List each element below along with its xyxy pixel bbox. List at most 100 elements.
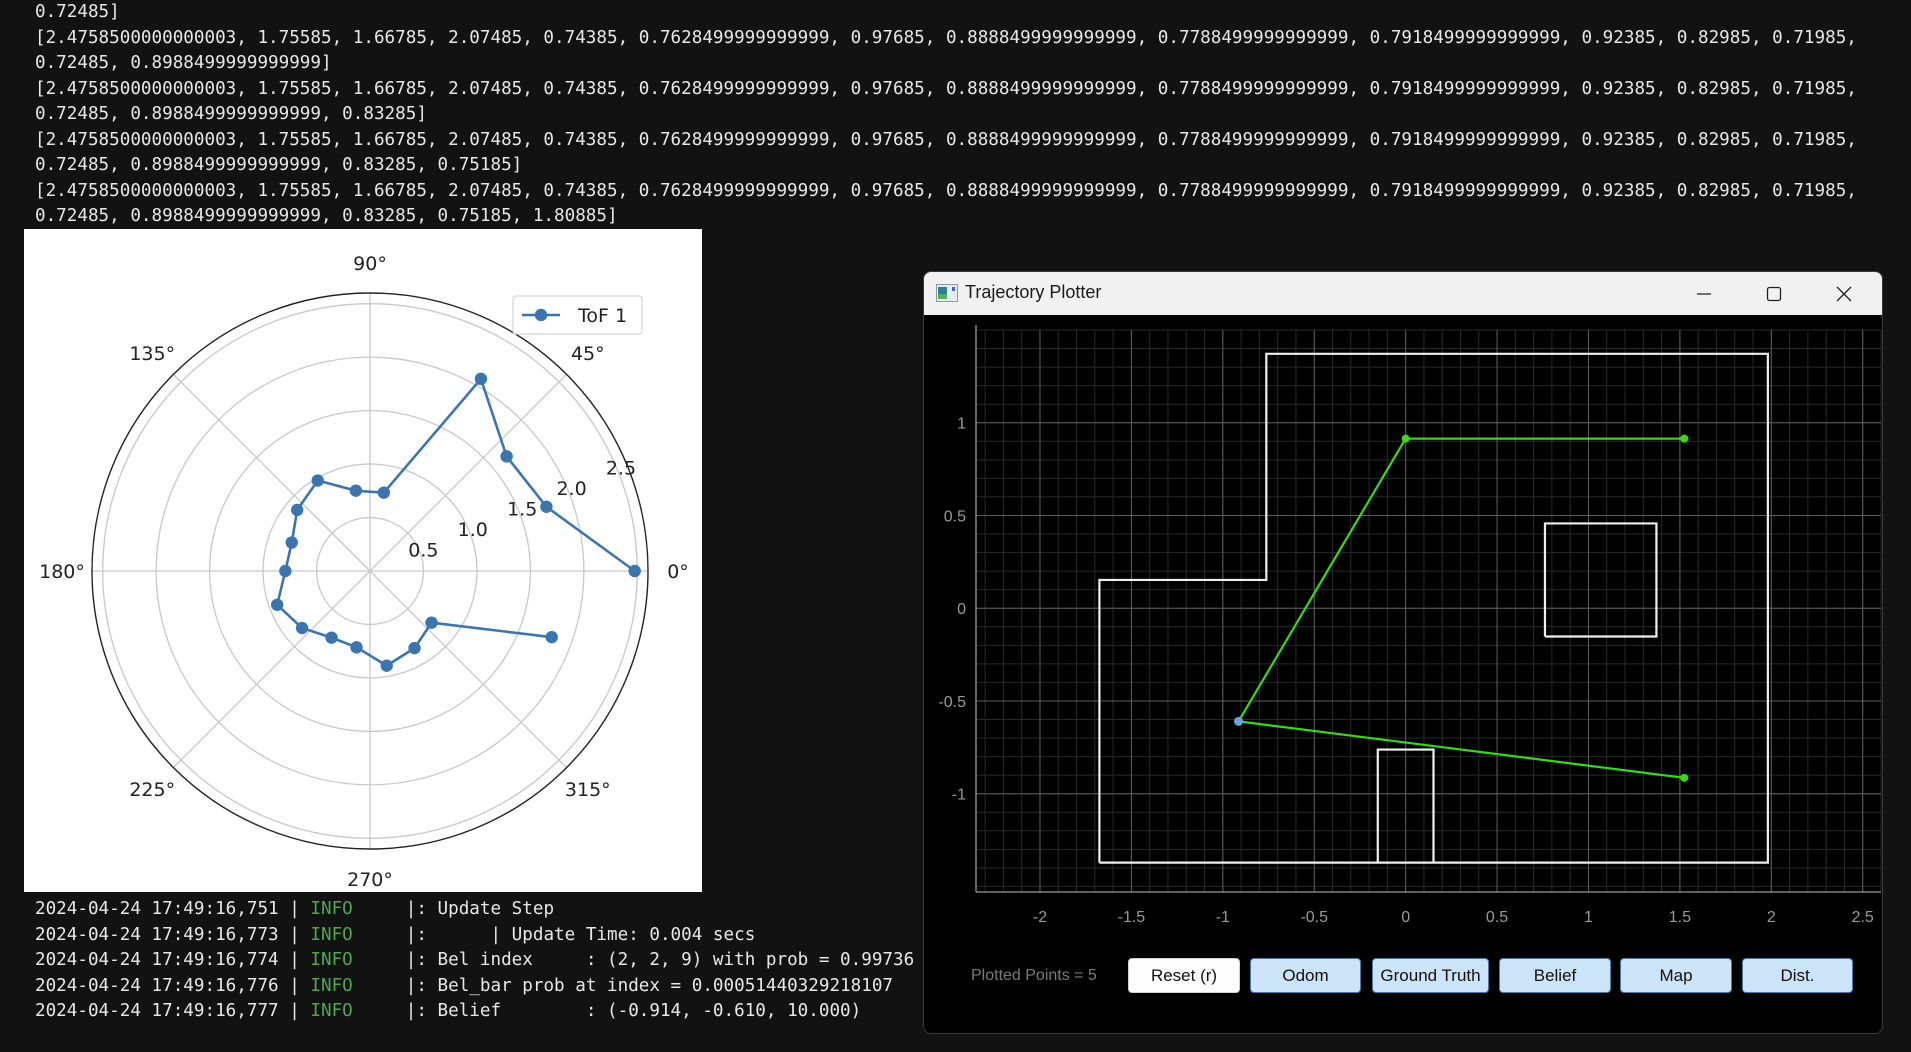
- x-tick-label: -0.5: [1300, 909, 1328, 926]
- x-tick-label: -1.5: [1118, 909, 1146, 926]
- data-point: [377, 486, 391, 499]
- y-tick-label: -0.5: [938, 694, 966, 711]
- angle-tick-label: 0°: [667, 561, 689, 583]
- data-point: [474, 372, 488, 386]
- data-point: [540, 500, 553, 513]
- minimize-button[interactable]: [1674, 272, 1734, 315]
- log-time: 2024-04-24 17:49:16,774: [35, 950, 279, 970]
- log-line: 2024-04-24 17:49:16,776 | INFO |: Bel_ba…: [35, 975, 893, 996]
- angle-tick-label: 180°: [39, 561, 85, 583]
- log-line: 2024-04-24 17:49:16,751 | INFO |: Update…: [35, 899, 555, 919]
- terminal-line: [2.4758500000000003, 1.75585, 1.66785, 2…: [35, 27, 1857, 48]
- radial-tick-label: 0.5: [408, 540, 438, 562]
- data-point: [349, 484, 363, 497]
- data-point: [350, 641, 363, 654]
- ground-truth-button[interactable]: Ground Truth: [1372, 958, 1489, 993]
- reset-button[interactable]: Reset (r): [1128, 958, 1240, 993]
- log-time: 2024-04-24 17:49:16,751: [35, 899, 279, 919]
- ground-truth-point: [1401, 434, 1410, 443]
- angular-gridline: [172, 373, 371, 572]
- radial-tick-label: 1.5: [507, 499, 537, 521]
- angle-tick-label: 315°: [565, 779, 611, 801]
- x-tick-label: 0.5: [1486, 909, 1508, 926]
- data-point: [295, 621, 309, 635]
- legend-marker: [534, 308, 548, 322]
- ground-truth-point: [1680, 434, 1689, 443]
- belief-point: [1234, 716, 1244, 726]
- angle-tick-label: 90°: [353, 253, 387, 275]
- log-message: |: Update Step: [405, 899, 555, 919]
- data-point: [311, 474, 324, 487]
- x-tick-label: 0: [1401, 909, 1410, 926]
- x-tick-label: -2: [1033, 909, 1047, 926]
- data-point: [425, 616, 438, 629]
- y-tick-label: 0.5: [944, 508, 966, 525]
- angle-tick-label: 270°: [347, 869, 393, 891]
- x-tick-label: 1.5: [1669, 909, 1691, 926]
- trajectory-plot[interactable]: -2 -1.5 -1 -0.5 0 0.5 1 1.5 2 2.5 1 0.5 0 -0.5 -1: [924, 315, 1883, 935]
- x-tick-label: 2: [1767, 909, 1776, 926]
- terminal-line: [2.4758500000000003, 1.75585, 1.66785, 2…: [35, 180, 1857, 201]
- data-point: [290, 503, 304, 517]
- x-tick-label: -1: [1216, 909, 1230, 926]
- data-point: [500, 450, 513, 463]
- radial-tick-label: 1.0: [458, 519, 488, 541]
- log-level: INFO: [310, 899, 353, 919]
- terminal-line: [2.4758500000000003, 1.75585, 1.66785, 2…: [35, 78, 1857, 99]
- chart-app-icon: [936, 284, 958, 302]
- log-line: 2024-04-24 17:49:16,774 | INFO |: Bel in…: [35, 950, 915, 970]
- series-line-tof-1: [275, 376, 636, 668]
- ground-truth-point: [1680, 773, 1689, 782]
- log-level: INFO: [310, 924, 353, 945]
- log-time: 2024-04-24 17:49:16,776: [35, 975, 279, 996]
- log-message: |: Belief : (-0.914, -0.610, 10.000): [405, 1001, 862, 1021]
- angle-tick-label: 45°: [571, 343, 605, 365]
- angle-tick-label: 225°: [129, 779, 175, 801]
- maximize-button[interactable]: [1744, 272, 1804, 315]
- close-icon: [1836, 286, 1852, 301]
- map-wall: [1543, 522, 1658, 638]
- legend-label: ToF 1: [577, 305, 627, 327]
- log-line: 2024-04-24 17:49:16,777 | INFO |: Belief…: [35, 1001, 862, 1021]
- terminal-line: 0.72485, 0.8988499999999999, 0.83285, 0.…: [35, 155, 523, 175]
- terminal-line: 0.72485]: [35, 2, 120, 22]
- terminal-line: 0.72485, 0.8988499999999999]: [35, 53, 332, 73]
- log-message: |: Bel_bar prob at index = 0.00051440329…: [405, 975, 893, 996]
- dist-button[interactable]: Dist.: [1742, 958, 1853, 993]
- terminal-line: 0.72485, 0.8988499999999999, 0.83285, 0.…: [35, 206, 618, 226]
- radial-tick-label: 2.0: [556, 478, 586, 500]
- map-button[interactable]: Map: [1620, 958, 1732, 993]
- title-bar[interactable]: Trajectory Plotter: [924, 272, 1882, 315]
- minimize-icon: [1697, 292, 1711, 295]
- log-time: 2024-04-24 17:49:16,777: [35, 1001, 279, 1021]
- trajectory-plotter-window: Trajectory Plotter -2 -1.5 -1 -0.5 0 0.5 1 1.5 2…: [923, 271, 1883, 1034]
- belief-button[interactable]: Belief: [1499, 958, 1611, 993]
- data-point: [270, 598, 284, 611]
- angle-tick-label: 135°: [129, 343, 175, 365]
- angular-gridline: [172, 570, 371, 769]
- maximize-icon: [1766, 286, 1782, 301]
- log-time: 2024-04-24 17:49:16,773: [35, 924, 279, 945]
- radial-tick-label: 2.5: [606, 458, 636, 480]
- terminal-line: [2.4758500000000003, 1.75585, 1.66785, 2…: [35, 129, 1857, 150]
- data-point: [408, 641, 421, 655]
- close-button[interactable]: [1814, 272, 1874, 315]
- log-level: INFO: [310, 1001, 353, 1021]
- data-point: [628, 564, 641, 578]
- log-message: |: Bel index : (2, 2, 9) with prob = 0.9…: [405, 950, 915, 970]
- x-tick-label: 1: [1584, 909, 1593, 926]
- polar-plot: 0° 45° 90° 135° 180° 225° 270° 315° 0.5 1.0 1.5 2.0…: [39, 253, 689, 891]
- data-point: [325, 631, 338, 644]
- log-level: INFO: [310, 975, 353, 996]
- y-tick-label: -1: [952, 787, 966, 804]
- data-point: [279, 564, 292, 578]
- log-line: 2024-04-24 17:49:16,773 | INFO |: | Upda…: [35, 924, 756, 945]
- data-point: [545, 630, 558, 644]
- plotted-points-label: Plotted Points = 5: [971, 967, 1097, 984]
- x-tick-label: 2.5: [1852, 909, 1874, 926]
- odom-button[interactable]: Odom: [1250, 958, 1361, 993]
- window-title: Trajectory Plotter: [965, 282, 1102, 302]
- log-level: INFO: [310, 950, 353, 970]
- data-point: [285, 536, 298, 549]
- polar-plot-figure: 0° 45° 90° 135° 180° 225° 270° 315° 0.5 1.0 1.5 2.0…: [24, 229, 702, 892]
